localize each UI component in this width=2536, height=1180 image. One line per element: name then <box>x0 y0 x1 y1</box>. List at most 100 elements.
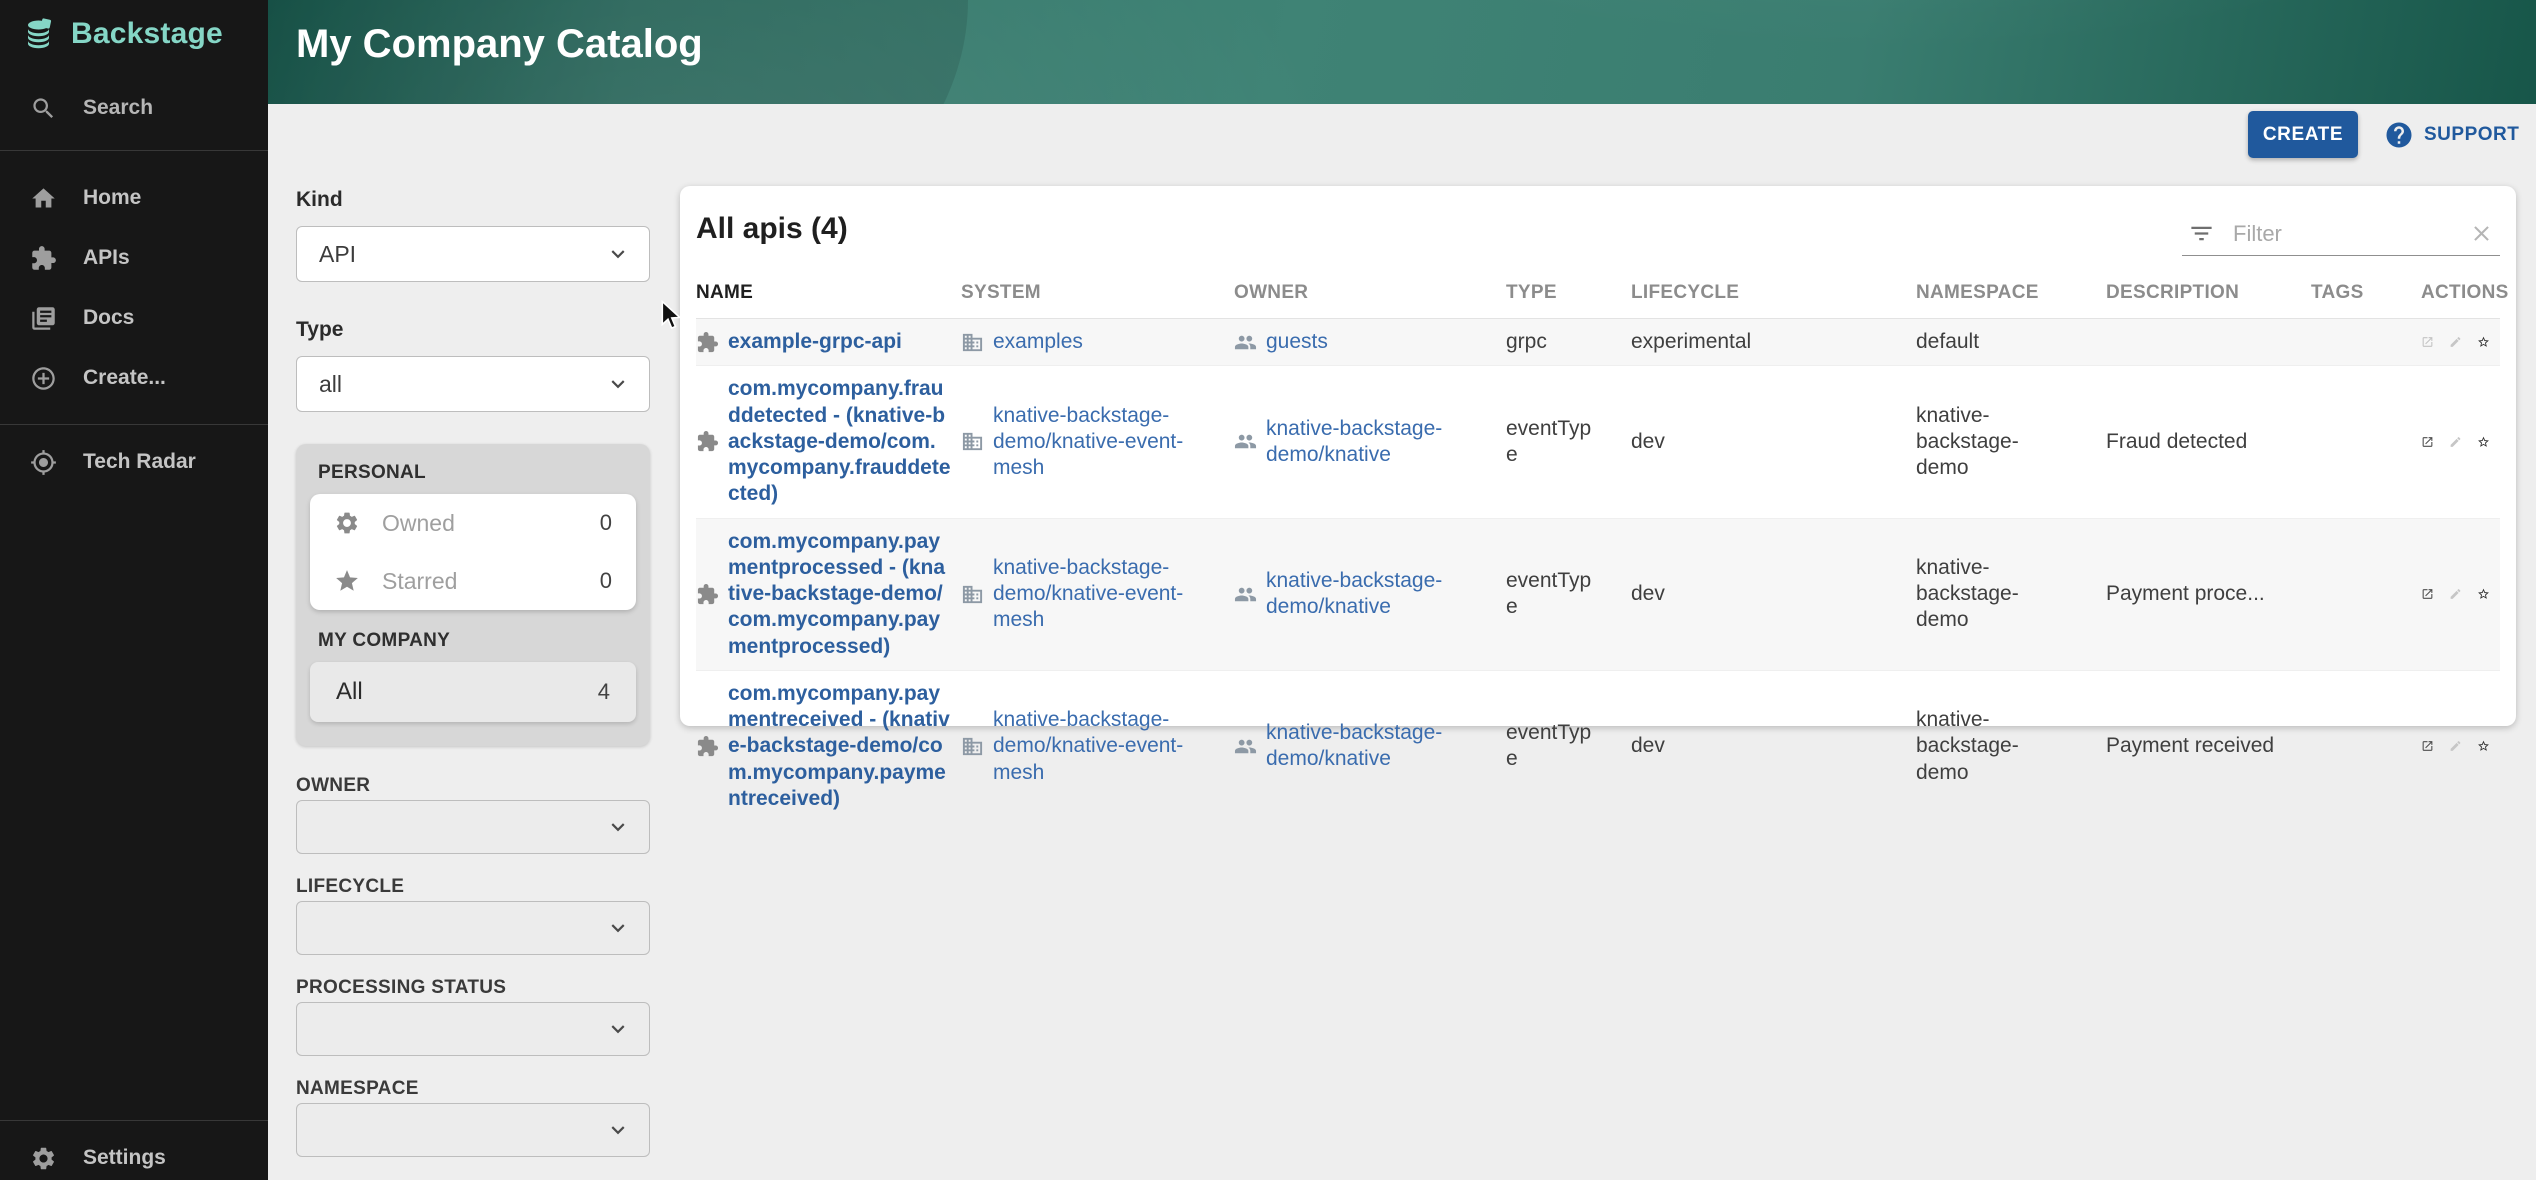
sidebar-item-label: Search <box>83 96 153 120</box>
column-header-actions: ACTIONS <box>2421 282 2500 319</box>
entity-name-link[interactable]: com.mycompany.frauddetected - (knative-b… <box>728 376 951 507</box>
sidebar-item-label: Create... <box>83 366 166 390</box>
catalog-table: NAME SYSTEM OWNER TYPE LIFECYCLE NAMESPA… <box>696 282 2500 822</box>
api-kind-icon <box>696 583 719 606</box>
sidebar-item-label: APIs <box>83 246 130 270</box>
owner-link[interactable]: knative-backstage-demo/knative <box>1266 568 1471 621</box>
sidebar-item-settings[interactable]: Settings <box>0 1136 268 1180</box>
table-filter[interactable] <box>2182 212 2500 256</box>
docs-icon <box>30 305 57 332</box>
support-button[interactable]: SUPPORT <box>2384 111 2519 158</box>
system-link[interactable]: knative-backstage-demo/knative-event-mes… <box>993 555 1224 634</box>
table-header-row: NAME SYSTEM OWNER TYPE LIFECYCLE NAMESPA… <box>696 282 2500 319</box>
personal-card: Owned 0 Starred 0 <box>310 494 636 610</box>
filter-all[interactable]: All 4 <box>310 662 636 722</box>
system-link[interactable]: examples <box>993 329 1083 355</box>
owner-link[interactable]: knative-backstage-demo/knative <box>1266 416 1471 469</box>
sidebar-item-label: Tech Radar <box>83 450 196 474</box>
group-icon <box>1234 331 1257 354</box>
system-icon <box>961 735 984 758</box>
namespace-select[interactable] <box>296 1103 650 1157</box>
owner-link[interactable]: knative-backstage-demo/knative <box>1266 720 1471 773</box>
table-row: com.mycompany.paymentreceived - (knative… <box>696 670 2500 822</box>
create-button[interactable]: CREATE <box>2248 111 2358 158</box>
owner-select[interactable] <box>296 800 650 854</box>
system-link[interactable]: knative-backstage-demo/knative-event-mes… <box>993 707 1224 786</box>
description-cell: Payment received <box>2106 734 2274 757</box>
namespace-cell: knative-backstage-demo <box>1916 403 2068 482</box>
column-header-owner[interactable]: OWNER <box>1234 282 1506 319</box>
type-cell: eventType <box>1506 568 1598 621</box>
lifecycle-select[interactable] <box>296 901 650 955</box>
namespace-cell: default <box>1916 329 1979 355</box>
filter-owned[interactable]: Owned 0 <box>310 494 636 552</box>
open-in-new-icon[interactable] <box>2421 429 2434 455</box>
table-title: All apis (4) <box>696 212 848 246</box>
filter-owned-label: Owned <box>382 510 455 537</box>
column-header-lifecycle[interactable]: LIFECYCLE <box>1631 282 1916 319</box>
filter-list-icon <box>2188 220 2215 247</box>
star-outline-icon[interactable] <box>2477 429 2490 455</box>
backstage-logo[interactable]: Backstage <box>22 16 223 52</box>
filter-starred[interactable]: Starred 0 <box>310 552 636 610</box>
star-outline-icon[interactable] <box>2477 733 2490 759</box>
description-cell: Fraud detected <box>2106 430 2247 453</box>
sidebar-item-tech-radar[interactable]: Tech Radar <box>0 440 268 484</box>
type-select[interactable]: all <box>296 356 650 412</box>
sidebar-item-home[interactable]: Home <box>0 176 268 220</box>
edit-icon[interactable] <box>2449 329 2462 355</box>
lifecycle-cell: experimental <box>1631 330 1751 353</box>
entity-name-link[interactable]: com.mycompany.paymentreceived - (knative… <box>728 681 951 812</box>
home-icon <box>30 185 57 212</box>
puzzle-icon <box>30 245 57 272</box>
kind-select[interactable]: API <box>296 226 650 282</box>
search-icon <box>30 95 57 122</box>
namespace-cell: knative-backstage-demo <box>1916 555 2068 634</box>
column-header-tags[interactable]: TAGS <box>2311 282 2421 319</box>
open-in-new-icon[interactable] <box>2421 329 2434 355</box>
sidebar-item-docs[interactable]: Docs <box>0 296 268 340</box>
chevron-down-icon <box>605 915 631 941</box>
page-header: My Company Catalog <box>268 0 2536 104</box>
system-link[interactable]: knative-backstage-demo/knative-event-mes… <box>993 403 1224 482</box>
sidebar-item-apis[interactable]: APIs <box>0 236 268 280</box>
edit-icon[interactable] <box>2449 581 2462 607</box>
table-row: com.mycompany.frauddetected - (knative-b… <box>696 366 2500 518</box>
kind-filter-label: Kind <box>296 188 343 212</box>
system-icon <box>961 583 984 606</box>
namespace-filter-label: NAMESPACE <box>296 1078 419 1100</box>
clear-icon[interactable] <box>2469 221 2494 246</box>
star-outline-icon[interactable] <box>2477 329 2490 355</box>
catalog-table-card: All apis (4) NAME SYSTEM OWNER TYPE LIFE… <box>680 186 2516 726</box>
backstage-logo-icon <box>22 16 58 52</box>
edit-icon[interactable] <box>2449 429 2462 455</box>
sidebar-item-search[interactable]: Search <box>0 86 268 130</box>
column-header-namespace[interactable]: NAMESPACE <box>1916 282 2106 319</box>
sidebar-divider <box>0 1120 268 1121</box>
chevron-down-icon <box>605 371 631 397</box>
processing-status-select[interactable] <box>296 1002 650 1056</box>
lifecycle-filter-label: LIFECYCLE <box>296 876 404 898</box>
edit-icon[interactable] <box>2449 733 2462 759</box>
entity-name-link[interactable]: example-grpc-api <box>728 329 902 355</box>
open-in-new-icon[interactable] <box>2421 733 2434 759</box>
system-icon <box>961 331 984 354</box>
group-icon <box>1234 583 1257 606</box>
company-section-title: MY COMPANY <box>318 630 636 652</box>
sidebar-item-create[interactable]: Create... <box>0 356 268 400</box>
entity-name-link[interactable]: com.mycompany.paymentprocessed - (knativ… <box>728 529 951 660</box>
column-header-type[interactable]: TYPE <box>1506 282 1631 319</box>
star-outline-icon[interactable] <box>2477 581 2490 607</box>
column-header-system[interactable]: SYSTEM <box>961 282 1234 319</box>
sidebar: Backstage Search Home APIs Docs Create..… <box>0 0 268 1180</box>
open-in-new-icon[interactable] <box>2421 581 2434 607</box>
sidebar-item-label: Settings <box>83 1146 166 1170</box>
filter-all-label: All <box>336 678 363 706</box>
type-cell: grpc <box>1506 329 1547 355</box>
table-filter-input[interactable] <box>2231 220 2453 248</box>
chevron-down-icon <box>605 1117 631 1143</box>
owner-link[interactable]: guests <box>1266 329 1328 355</box>
column-header-description[interactable]: DESCRIPTION <box>2106 282 2311 319</box>
type-select-value: all <box>319 371 342 398</box>
column-header-name[interactable]: NAME <box>696 282 961 319</box>
